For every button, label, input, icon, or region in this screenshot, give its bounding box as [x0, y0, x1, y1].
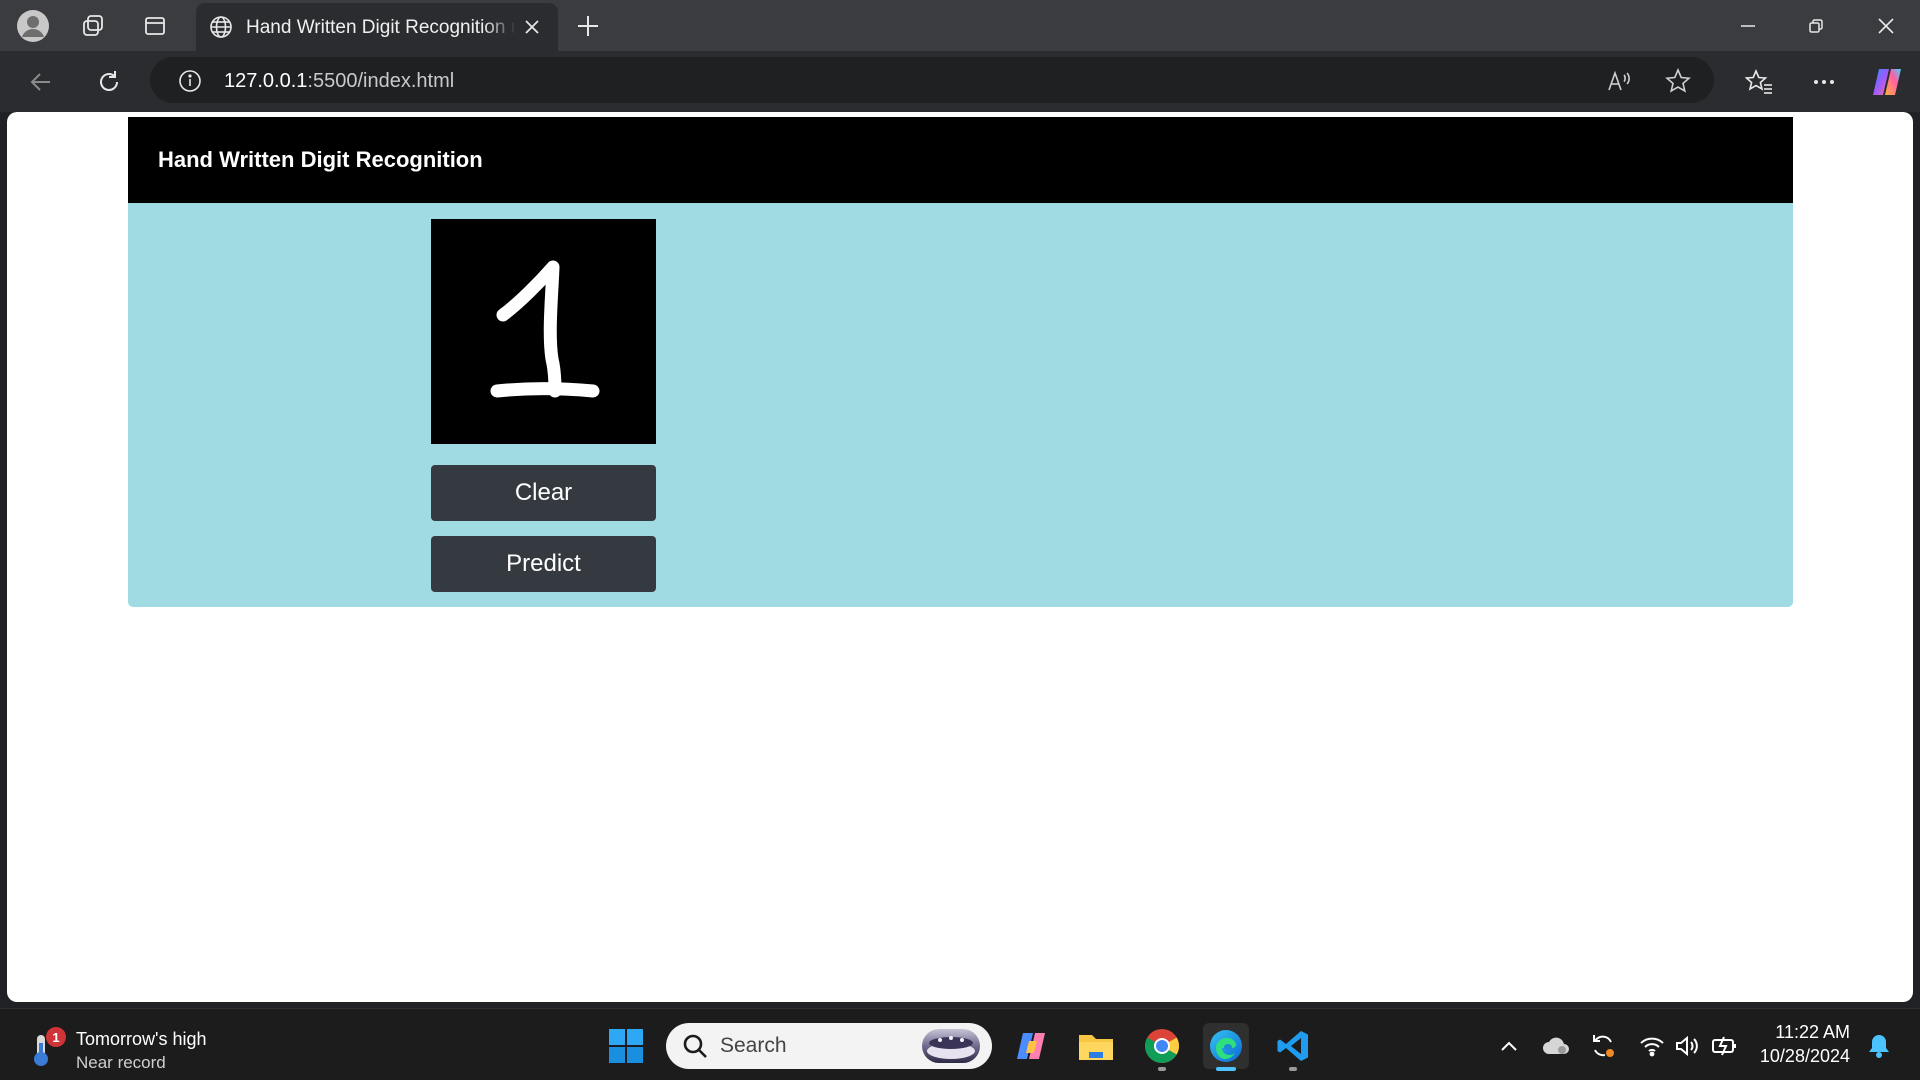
volume-icon[interactable]: [1673, 1031, 1703, 1061]
profile-icon[interactable]: [14, 7, 52, 45]
url-path: :5500/index.html: [307, 70, 455, 92]
search-icon: [683, 1034, 707, 1058]
read-aloud-icon[interactable]: [1604, 65, 1636, 97]
address-bar[interactable]: 127.0.0.1:5500/index.html: [150, 57, 1714, 103]
close-tab-icon[interactable]: [518, 13, 546, 41]
weather-subtitle: Near record: [76, 1053, 166, 1072]
search-placeholder: Search: [720, 1034, 787, 1057]
tab-active[interactable]: Hand Written Digit Recognition using Mac…: [196, 3, 558, 51]
onedrive-icon[interactable]: [1541, 1031, 1571, 1061]
drawing-canvas[interactable]: [431, 219, 656, 444]
new-tab-icon[interactable]: [569, 7, 607, 45]
tab-title: Hand Written Digit Recognition using Mac…: [246, 17, 516, 38]
minimize-icon[interactable]: [1714, 0, 1782, 51]
tab-actions-icon[interactable]: [136, 7, 174, 45]
running-indicator: [1216, 1067, 1236, 1071]
page-title: Hand Written Digit Recognition: [158, 147, 483, 172]
site-info-icon[interactable]: [174, 65, 206, 97]
notification-badge: 1: [46, 1027, 66, 1047]
weather-widget[interactable]: 1 Tomorrow's high Near record: [26, 1019, 246, 1072]
notifications-bell-icon[interactable]: [1864, 1031, 1894, 1061]
page-viewport: Hand Written Digit Recognition Clear Pre…: [7, 112, 1913, 1002]
favorites-icon[interactable]: [1738, 61, 1780, 103]
clock-time: 11:22 AM: [1775, 1022, 1850, 1042]
restore-icon[interactable]: [1782, 0, 1850, 51]
running-indicator: [1158, 1067, 1166, 1071]
system-clock[interactable]: 11:22 AM 10/28/2024: [1752, 1020, 1850, 1068]
more-options-icon[interactable]: [1803, 61, 1845, 103]
sync-icon[interactable]: [1588, 1031, 1618, 1061]
running-indicator: [1289, 1067, 1297, 1071]
main-panel: Clear Predict: [128, 203, 1793, 607]
globe-icon: [208, 14, 234, 45]
start-icon[interactable]: [603, 1023, 649, 1069]
battery-charging-icon[interactable]: [1710, 1031, 1740, 1061]
edge-icon[interactable]: [1203, 1023, 1249, 1071]
search-highlight-image: [922, 1029, 980, 1063]
file-explorer-icon[interactable]: [1073, 1023, 1119, 1069]
close-window-icon[interactable]: [1852, 0, 1920, 51]
back-icon[interactable]: [20, 61, 62, 103]
copilot-sidebar-icon[interactable]: [1866, 61, 1908, 103]
favorite-star-icon[interactable]: [1662, 65, 1694, 97]
clock-date: 10/28/2024: [1759, 1046, 1850, 1066]
browser-tab-bar: Hand Written Digit Recognition using Mac…: [0, 0, 1920, 51]
url-host: 127.0.0.1: [224, 70, 308, 92]
vscode-icon[interactable]: [1270, 1023, 1316, 1071]
site-header: Hand Written Digit Recognition: [128, 117, 1793, 203]
url-text[interactable]: 127.0.0.1:5500/index.html: [224, 69, 454, 93]
refresh-icon[interactable]: [88, 61, 130, 103]
weather-title: Tomorrow's high: [76, 1029, 207, 1049]
taskbar-search[interactable]: Search: [666, 1023, 992, 1069]
show-hidden-icons-icon[interactable]: [1494, 1031, 1524, 1061]
copilot-icon[interactable]: [1008, 1023, 1054, 1069]
windows-taskbar: 1 Tomorrow's high Near record Search 11:…: [0, 1008, 1920, 1080]
predict-button[interactable]: Predict: [431, 536, 656, 592]
wifi-icon[interactable]: [1637, 1031, 1667, 1061]
browser-toolbar: 127.0.0.1:5500/index.html: [0, 51, 1920, 112]
drawn-digit: [490, 260, 600, 398]
clear-button[interactable]: Clear: [431, 465, 656, 521]
workspaces-icon[interactable]: [74, 7, 112, 45]
chrome-icon[interactable]: [1139, 1023, 1185, 1071]
